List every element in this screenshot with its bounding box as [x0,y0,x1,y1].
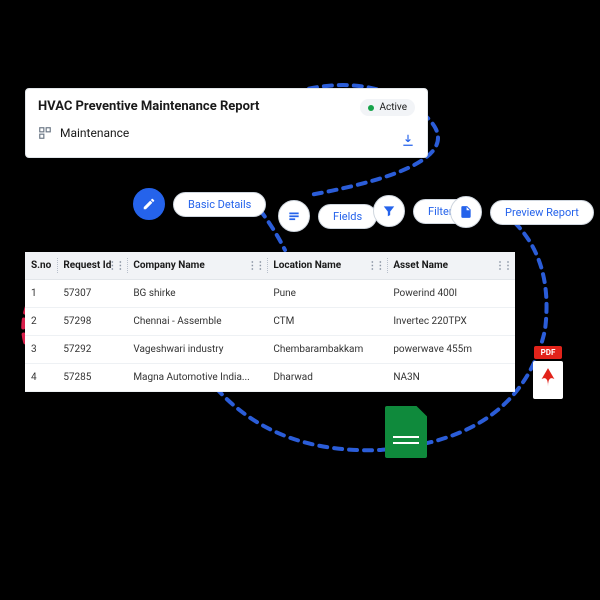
step-preview[interactable]: Preview Report [450,196,594,228]
filter-icon [373,195,405,227]
status-badge: Active [360,99,415,116]
cell-sno: 4 [25,364,57,392]
category-text: Maintenance [60,126,129,140]
category-icon [38,126,52,140]
col-request-id[interactable]: Request Id⋮⋮ [57,252,127,280]
fields-icon [278,200,310,232]
cell-location: CTM [267,308,387,336]
col-sno[interactable]: S.no [25,252,57,280]
step-preview-label: Preview Report [490,200,594,225]
cell-asset: NA3N [387,364,515,392]
cell-company: Vageshwari industry [127,336,267,364]
step-basic-details[interactable]: Basic Details [133,188,266,220]
download-icon[interactable] [401,133,415,147]
step-basic-label: Basic Details [173,192,266,217]
pdf-body-icon [533,361,563,399]
table-row[interactable]: 157307BG shirkePunePowerind 400I [25,280,515,308]
cell-location: Chembarambakkam [267,336,387,364]
cell-company: Chennai - Assemble [127,308,267,336]
cell-company: BG shirke [127,280,267,308]
drag-icon[interactable]: ⋮⋮ [367,260,383,271]
cell-company: Magna Automotive India... [127,364,267,392]
cell-location: Pune [267,280,387,308]
cell-asset: powerwave 455m [387,336,515,364]
report-table: S.no Request Id⋮⋮ Company Name⋮⋮ Locatio… [25,252,515,392]
drag-icon[interactable]: ⋮⋮ [247,260,263,271]
edit-icon [133,188,165,220]
cell-sno: 2 [25,308,57,336]
excel-file-icon[interactable] [385,406,427,458]
table-row[interactable]: 257298Chennai - AssembleCTMInvertec 220T… [25,308,515,336]
col-asset[interactable]: Asset Name⋮⋮ [387,252,515,280]
table-header-row: S.no Request Id⋮⋮ Company Name⋮⋮ Locatio… [25,252,515,280]
cell-asset: Invertec 220TPX [387,308,515,336]
table-row[interactable]: 357292Vageshwari industryChembarambakkam… [25,336,515,364]
drag-icon[interactable]: ⋮⋮ [107,260,123,271]
preview-icon [450,196,482,228]
step-fields[interactable]: Fields [278,200,377,232]
status-dot-icon [368,105,374,111]
pdf-file-icon[interactable]: PDF [533,346,563,399]
cell-request_id: 57292 [57,336,127,364]
report-header-card: HVAC Preventive Maintenance Report Activ… [25,88,428,158]
pdf-label: PDF [534,346,562,359]
cell-request_id: 57285 [57,364,127,392]
report-title: HVAC Preventive Maintenance Report [38,99,415,114]
cell-asset: Powerind 400I [387,280,515,308]
table-row[interactable]: 457285Magna Automotive India...DharwadNA… [25,364,515,392]
cell-sno: 1 [25,280,57,308]
cell-location: Dharwad [267,364,387,392]
cell-request_id: 57307 [57,280,127,308]
col-location[interactable]: Location Name⋮⋮ [267,252,387,280]
cell-request_id: 57298 [57,308,127,336]
col-company[interactable]: Company Name⋮⋮ [127,252,267,280]
cell-sno: 3 [25,336,57,364]
drag-icon[interactable]: ⋮⋮ [495,260,511,271]
step-fields-label: Fields [318,204,377,229]
status-text: Active [379,102,407,113]
